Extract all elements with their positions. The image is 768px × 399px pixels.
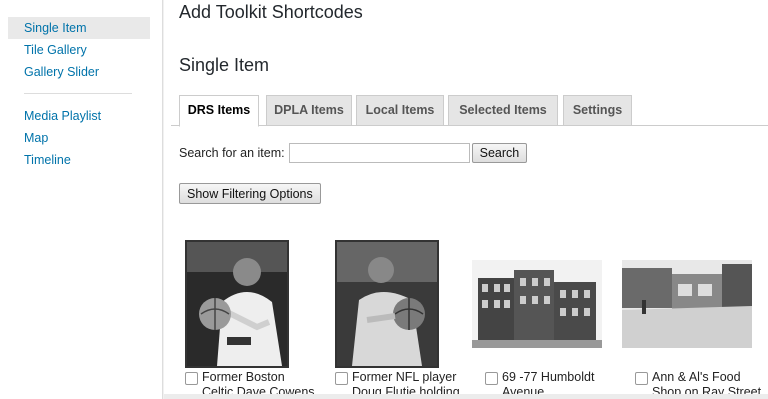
page-title: Add Toolkit Shortcodes xyxy=(179,2,363,22)
item-checkbox[interactable] xyxy=(635,372,648,385)
item-caption-line: 69 -77 Humboldt xyxy=(502,370,595,384)
item-caption-line: Former Boston xyxy=(202,370,285,384)
search-row: Search for an item: Search xyxy=(179,143,528,163)
photo-player-basketball-icon xyxy=(187,242,287,366)
item-checkbox[interactable] xyxy=(335,372,348,385)
item-caption-line: Ann & Al's Food xyxy=(652,370,741,384)
tab-drs-items[interactable]: DRS Items xyxy=(179,95,259,127)
item-thumbnail[interactable] xyxy=(622,260,752,348)
section-title: Single Item xyxy=(179,55,270,75)
item-checkbox[interactable] xyxy=(485,372,498,385)
photo-street-shop-icon xyxy=(622,260,752,348)
sidebar-item-media-playlist[interactable]: Media Playlist xyxy=(0,105,162,127)
sidebar-item-map[interactable]: Map xyxy=(0,127,162,149)
tab-settings[interactable]: Settings xyxy=(563,95,632,126)
sidebar-divider xyxy=(24,93,132,94)
sidebar-item-gallery-slider[interactable]: Gallery Slider xyxy=(0,61,162,83)
item-thumbnail[interactable] xyxy=(335,240,439,368)
show-filtering-options-button[interactable]: Show Filtering Options xyxy=(179,183,321,204)
bottom-bar xyxy=(164,394,768,399)
tab-dpla-items[interactable]: DPLA Items xyxy=(266,95,352,126)
item-thumbnail[interactable] xyxy=(185,240,289,368)
sidebar-shortcode-list: Single Item Tile Gallery Gallery Slider xyxy=(0,17,162,83)
sidebar-item-tile-gallery[interactable]: Tile Gallery xyxy=(0,39,162,61)
sidebar: Single Item Tile Gallery Gallery Slider … xyxy=(0,0,163,399)
tab-local-items[interactable]: Local Items xyxy=(356,95,444,126)
search-input[interactable] xyxy=(288,143,470,163)
sidebar-item-timeline[interactable]: Timeline xyxy=(0,149,162,171)
item-thumbnail[interactable] xyxy=(472,260,602,348)
sidebar-item-single-item[interactable]: Single Item xyxy=(8,17,150,39)
main-panel: Add Toolkit Shortcodes Single Item DRS I… xyxy=(164,0,768,399)
photo-player-ball-icon xyxy=(337,242,437,366)
tab-bar: DRS Items DPLA Items Local Items Selecte… xyxy=(171,95,768,127)
search-button[interactable]: Search xyxy=(471,143,528,163)
tab-selected-items[interactable]: Selected Items xyxy=(448,95,558,126)
search-label: Search for an item: xyxy=(179,146,285,160)
item-checkbox[interactable] xyxy=(185,372,198,385)
sidebar-media-list: Media Playlist Map Timeline xyxy=(0,105,162,171)
photo-buildings-icon xyxy=(472,260,602,348)
item-caption-line: Former NFL player xyxy=(352,370,457,384)
